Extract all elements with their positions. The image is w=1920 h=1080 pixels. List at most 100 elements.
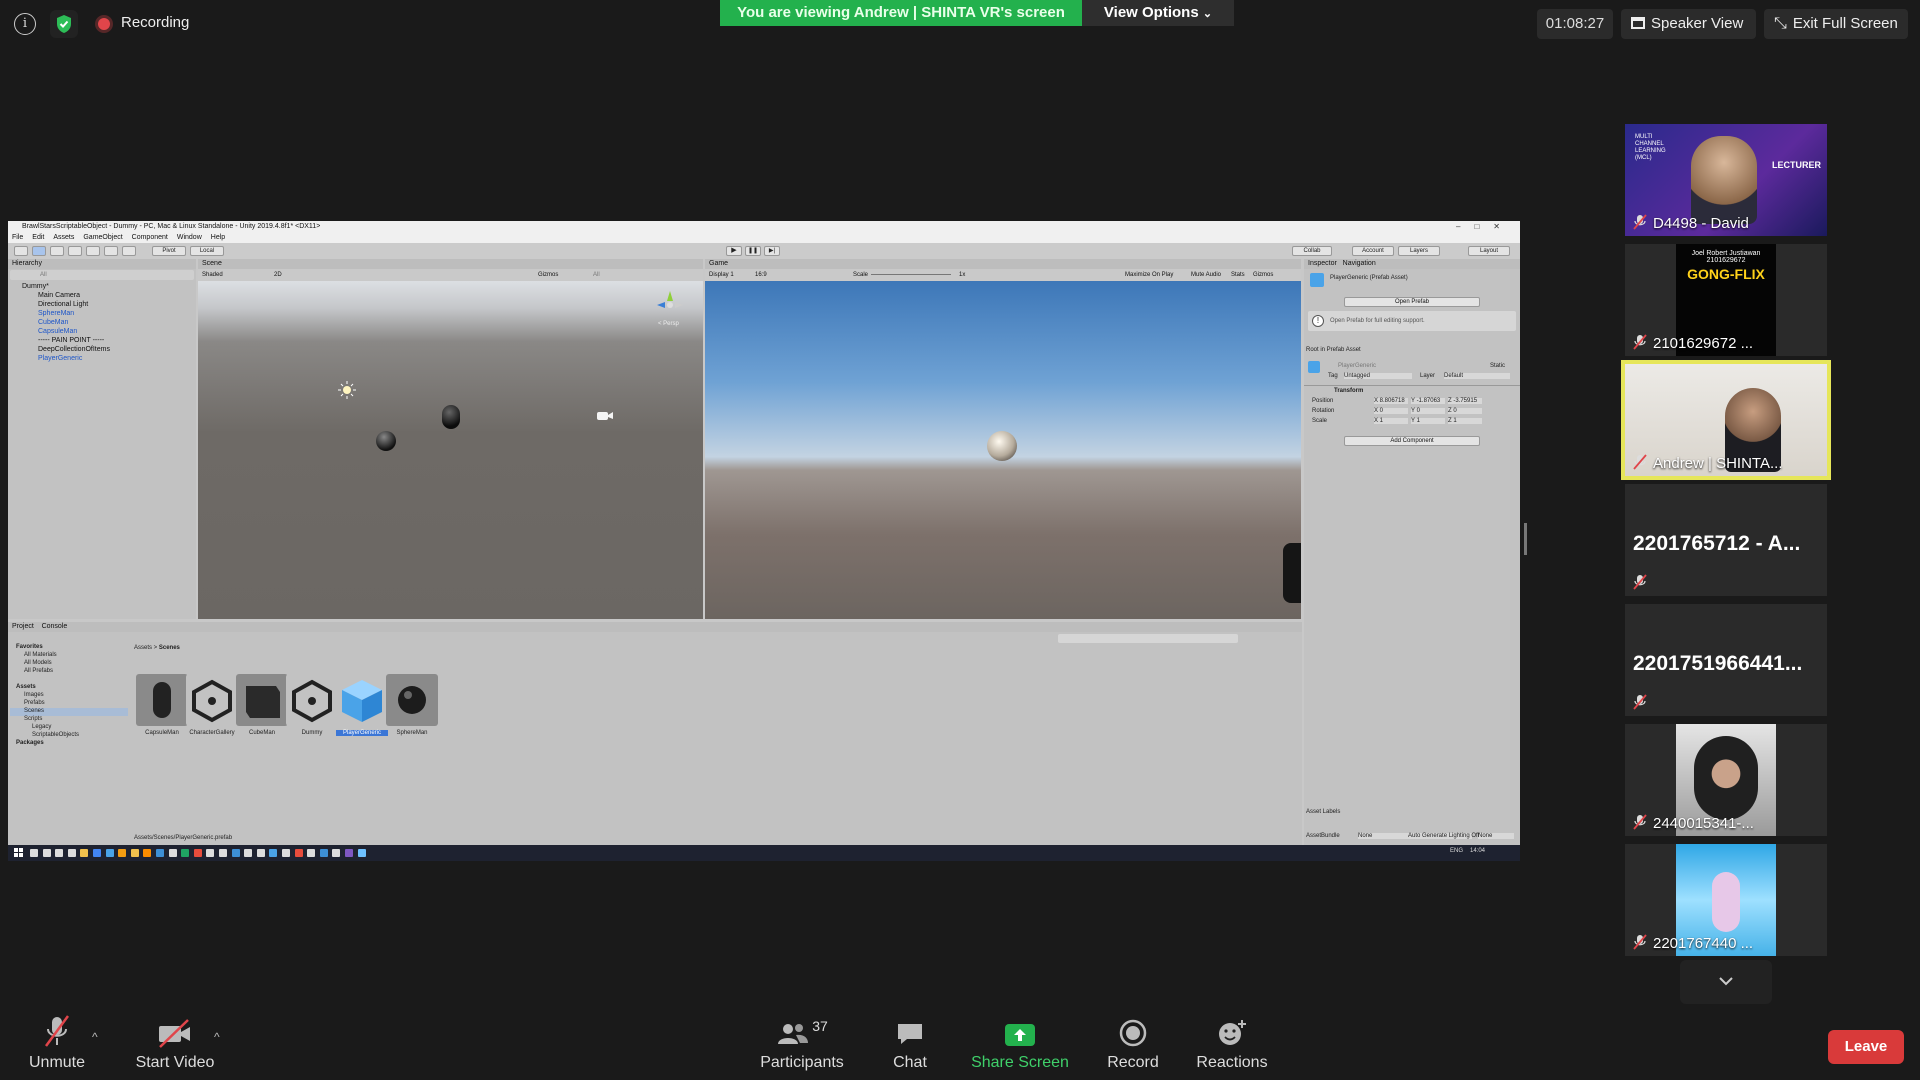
aspect-dropdown[interactable]: 16:9 — [755, 269, 767, 281]
hierarchy-item[interactable]: Directional Light — [8, 300, 196, 309]
navigation-tab[interactable]: Navigation — [1343, 260, 1376, 267]
transform-position-y-field[interactable]: Y -1.87063 — [1411, 398, 1445, 404]
view-options-button[interactable]: View Options ⌄ — [1082, 0, 1234, 26]
participant-tile[interactable]: 2201751966441... — [1625, 604, 1827, 716]
transform-scale-y-field[interactable]: Y 1 — [1411, 418, 1445, 424]
folder-item[interactable]: Scripts — [10, 716, 128, 724]
move-tool-button[interactable] — [32, 246, 46, 256]
taskbar-app-icon[interactable] — [256, 849, 265, 857]
tag-dropdown[interactable]: Untagged — [1344, 373, 1412, 379]
pause-button[interactable]: ❚❚ — [745, 246, 761, 256]
rotate-tool-button[interactable] — [50, 246, 64, 256]
menu-item-window[interactable]: Window — [177, 234, 202, 241]
asset-labels-header[interactable]: Asset Labels — [1306, 809, 1340, 815]
taskbar-app-icon[interactable] — [168, 849, 177, 857]
hierarchy-item[interactable]: ----- PAIN POINT ----- — [8, 336, 196, 345]
hierarchy-item[interactable]: DeepCollectionOfItems — [8, 345, 196, 354]
gallery-scroll-down-button[interactable] — [1680, 960, 1772, 1004]
game-tab[interactable]: Game — [705, 259, 1301, 269]
perspective-label[interactable]: < Persp — [658, 321, 679, 327]
taskbar-app-icon[interactable] — [244, 849, 253, 857]
hierarchy-item[interactable]: Main Camera — [8, 291, 196, 300]
info-icon[interactable]: i — [14, 13, 36, 35]
hierarchy-search[interactable]: All — [10, 270, 194, 280]
scale-slider[interactable] — [871, 274, 951, 275]
taskbar-app-icon[interactable] — [294, 849, 303, 857]
taskbar-language[interactable]: ENG — [1450, 848, 1463, 854]
hierarchy-item[interactable]: CubeMan — [8, 318, 196, 327]
folder-item[interactable]: ScriptableObjects — [10, 732, 128, 740]
taskbar-app-icon[interactable] — [105, 849, 114, 857]
stats-toggle[interactable]: Stats — [1231, 269, 1245, 281]
window-controls[interactable]: –□✕ — [1456, 222, 1514, 231]
2d-toggle[interactable]: 2D — [274, 269, 282, 281]
taskbar-app-icon[interactable] — [93, 849, 101, 857]
add-component-button[interactable]: Add Component — [1344, 436, 1480, 446]
start-video-button[interactable]: Start Video — [132, 1004, 218, 1072]
open-prefab-button[interactable]: Open Prefab — [1344, 297, 1480, 307]
taskbar-app-icon[interactable] — [67, 849, 76, 857]
collab-button[interactable]: Collab — [1292, 246, 1332, 256]
taskbar-app-icon[interactable] — [118, 849, 127, 857]
play-button[interactable]: ▶ — [726, 246, 742, 256]
folder-item[interactable]: Favorites — [10, 644, 128, 652]
asset-item[interactable]: PlayerGeneric — [336, 674, 388, 736]
folder-item[interactable]: Scenes — [10, 708, 128, 716]
object-name-field[interactable]: PlayerGeneric — [1338, 363, 1376, 369]
participant-tile[interactable]: 2440015341-... — [1625, 724, 1827, 836]
taskbar-app-icon[interactable] — [130, 849, 139, 857]
chat-button[interactable]: Chat — [880, 1004, 940, 1072]
local-toggle[interactable]: Local — [190, 246, 224, 256]
taskbar-app-icon[interactable] — [345, 849, 353, 857]
menu-item-component[interactable]: Component — [132, 234, 168, 241]
participant-tile[interactable]: Andrew | SHINTA... — [1621, 360, 1831, 480]
menu-item-edit[interactable]: Edit — [32, 234, 44, 241]
display-dropdown[interactable]: Display 1 — [709, 269, 734, 281]
asset-item[interactable]: CapsuleMan — [136, 674, 188, 736]
transform-scale-z-field[interactable]: Z 1 — [1448, 418, 1482, 424]
menu-item-help[interactable]: Help — [211, 234, 225, 241]
menu-item-file[interactable]: File — [12, 234, 23, 241]
scale-tool-button[interactable] — [68, 246, 82, 256]
pivot-toggle[interactable]: Pivot — [152, 246, 186, 256]
maximize-on-play-toggle[interactable]: Maximize On Play — [1125, 269, 1173, 281]
video-options-caret[interactable]: ^ — [214, 1030, 220, 1044]
scene-tab[interactable]: Scene — [198, 259, 703, 269]
hierarchy-item[interactable]: CapsuleMan — [8, 327, 196, 336]
taskbar-app-icon[interactable] — [80, 849, 89, 857]
game-gizmos-dropdown[interactable]: Gizmos — [1253, 269, 1273, 281]
participant-tile[interactable]: 2201767440 ... — [1625, 844, 1827, 956]
inspector-tab[interactable]: Inspector — [1308, 260, 1337, 267]
transform-rotation-y-field[interactable]: Y 0 — [1411, 408, 1445, 414]
transform-position-x-field[interactable]: X 8.806718 — [1374, 398, 1408, 404]
participant-tile[interactable]: 2201765712 - A... — [1625, 484, 1827, 596]
taskbar-app-icon[interactable] — [55, 849, 64, 857]
screen-splitter-handle[interactable] — [1524, 523, 1527, 555]
static-dropdown[interactable]: Static — [1490, 363, 1505, 369]
breadcrumb-assets[interactable]: Assets — [134, 645, 152, 651]
taskbar-app-icon[interactable] — [282, 849, 290, 857]
project-tab[interactable]: Project — [12, 623, 34, 630]
hand-tool-button[interactable] — [14, 246, 28, 256]
exit-full-screen-button[interactable]: ⤡ Exit Full Screen — [1764, 9, 1908, 39]
taskbar-app-icon[interactable] — [219, 849, 227, 857]
participant-tile[interactable]: MULTI CHANNEL LEARNING (MCL) LECTURER D449… — [1625, 124, 1827, 236]
account-button[interactable]: Account — [1352, 246, 1394, 256]
audio-options-caret[interactable]: ^ — [92, 1030, 98, 1044]
taskbar-app-icon[interactable] — [156, 849, 164, 857]
folder-item[interactable]: All Models — [10, 660, 128, 668]
record-button[interactable]: Record — [1100, 1004, 1166, 1072]
windows-start-icon[interactable] — [14, 848, 23, 857]
share-screen-button[interactable]: Share Screen — [970, 1004, 1070, 1072]
scene-gizmos-dropdown[interactable]: Gizmos — [538, 269, 558, 281]
taskbar-app-icon[interactable] — [307, 849, 316, 857]
participant-tile[interactable]: Joel Robert Justiawan 2101629672 GONG-FLIX… — [1625, 244, 1827, 356]
asset-item[interactable]: Dummy — [286, 674, 338, 736]
hierarchy-item[interactable]: SphereMan — [8, 309, 196, 318]
folder-item[interactable]: Legacy — [10, 724, 128, 732]
taskbar-app-icon[interactable] — [193, 849, 202, 857]
transform-tool-button[interactable] — [104, 246, 118, 256]
step-button[interactable]: ▶| — [764, 246, 780, 256]
breadcrumb-scenes[interactable]: Scenes — [159, 645, 180, 651]
shield-icon[interactable] — [50, 10, 78, 38]
